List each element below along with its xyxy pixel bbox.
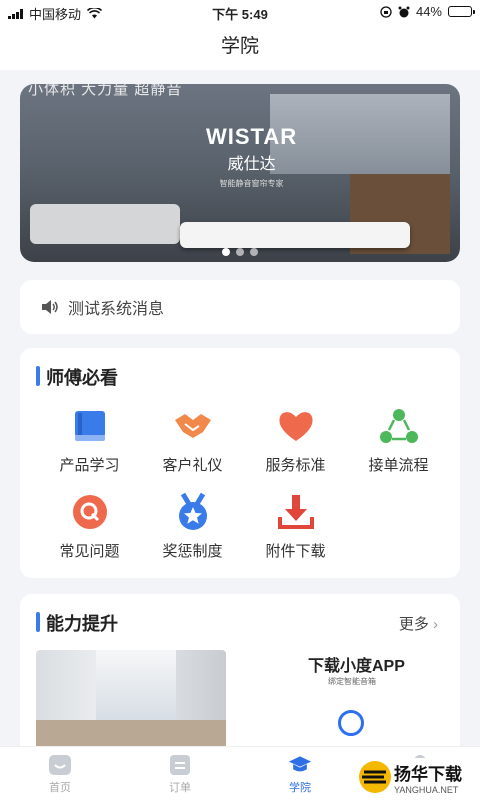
- carousel-dot[interactable]: [222, 248, 230, 256]
- item-label: 接单流程: [368, 457, 429, 474]
- item-service-standard[interactable]: 服务标准: [244, 406, 347, 475]
- speaker-icon: [42, 300, 58, 314]
- tab-academy[interactable]: 学院: [240, 747, 360, 800]
- battery-percent: 44%: [415, 4, 442, 19]
- medal-icon: [173, 492, 213, 532]
- notice-text: 测试系统消息: [68, 301, 165, 318]
- item-customer-etiquette[interactable]: 客户礼仪: [141, 406, 244, 475]
- battery-icon: [448, 6, 475, 17]
- chevron-right-icon: ›: [433, 616, 438, 633]
- master-row-1: 产品学习 客户礼仪 服务标准 接单流程: [38, 406, 478, 475]
- alarm-icon: [398, 6, 410, 17]
- flow-icon: [379, 406, 419, 446]
- section-accent-bar: [36, 366, 40, 386]
- watermark-text: 扬华下载 YANGHUA.NET: [394, 760, 462, 795]
- item-attachment-download[interactable]: 附件下载: [244, 492, 347, 561]
- watermark-en: YANGHUA.NET: [394, 784, 459, 795]
- banner-sofa: [30, 204, 180, 244]
- book-icon: [70, 406, 110, 446]
- item-product-learning[interactable]: 产品学习: [38, 406, 141, 475]
- item-label: 产品学习: [59, 457, 120, 474]
- order-icon: [168, 753, 192, 777]
- tab-orders[interactable]: 订单: [120, 747, 240, 800]
- ability-course-card-2[interactable]: 下载小度APP 绑定智能音箱: [252, 650, 442, 750]
- ability-section: 能力提升 更多 › 下载小度APP 绑定智能音箱: [20, 594, 460, 764]
- tab-home[interactable]: 首页: [0, 747, 120, 800]
- master-row-2: 常见问题 奖惩制度 附件下载: [38, 492, 478, 561]
- banner-brand: WISTAR 威仕达 智能静音窗帘专家: [206, 124, 297, 189]
- tab-label: 订单: [169, 782, 191, 794]
- watermark-logo-icon: [359, 761, 391, 793]
- heart-icon: [276, 406, 316, 446]
- system-notice[interactable]: 测试系统消息: [20, 280, 460, 334]
- carousel-dots: [20, 248, 460, 256]
- section-accent-bar: [36, 612, 40, 632]
- brand-name-en: WISTAR: [206, 124, 298, 149]
- watermark-cn: 扬华下载: [394, 764, 462, 784]
- ability-course-card-1[interactable]: [36, 650, 226, 750]
- item-faq[interactable]: 常见问题: [38, 492, 141, 561]
- rotation-lock-icon: [380, 5, 392, 18]
- item-order-flow[interactable]: 接单流程: [347, 406, 450, 475]
- item-label: 附件下载: [265, 543, 326, 560]
- section-header: 师傅必看: [20, 348, 460, 404]
- page-title: 学院: [220, 36, 259, 57]
- download-icon: [276, 492, 316, 532]
- smart-speaker-icon: [338, 710, 364, 736]
- item-label: 奖惩制度: [162, 543, 223, 560]
- banner-carousel[interactable]: 小体积 大力量 超静音 WISTAR 威仕达 智能静音窗帘专家: [20, 84, 460, 262]
- course-card-title: 下载小度APP: [308, 658, 405, 675]
- tab-label: 首页: [49, 782, 71, 794]
- home-icon: [48, 753, 72, 777]
- graduation-cap-icon: [288, 753, 312, 777]
- master-section: 师傅必看 产品学习 客户礼仪 服务标准 接单流程 常见问题 奖惩制度 附件下载: [20, 348, 460, 578]
- handshake-icon: [173, 406, 213, 446]
- item-label: 客户礼仪: [162, 457, 223, 474]
- nav-bar: 学院: [0, 24, 480, 70]
- section-title: 师傅必看: [46, 368, 118, 388]
- course-card-subtitle: 绑定智能音箱: [328, 677, 376, 686]
- tab-label: 学院: [289, 782, 311, 794]
- more-link[interactable]: 更多 ›: [399, 613, 438, 634]
- section-header: 能力提升 更多 ›: [20, 594, 460, 650]
- question-icon: [70, 492, 110, 532]
- banner-motor-image: [180, 222, 410, 248]
- section-title: 能力提升: [46, 614, 118, 634]
- status-right: 44%: [380, 4, 475, 19]
- more-label: 更多: [398, 616, 429, 633]
- carousel-dot[interactable]: [250, 248, 258, 256]
- brand-name-cn: 威仕达: [227, 156, 276, 173]
- carousel-dot[interactable]: [236, 248, 244, 256]
- status-bar: 中国移动 下午 5:49 44%: [0, 0, 480, 24]
- brand-tagline: 智能静音窗帘专家: [219, 179, 284, 188]
- item-label: 服务标准: [265, 457, 326, 474]
- watermark: 扬华下载 YANGHUA.NET: [358, 758, 476, 796]
- banner-slogan: 小体积 大力量 超静音: [28, 84, 183, 98]
- item-reward-punishment[interactable]: 奖惩制度: [141, 492, 244, 561]
- item-label: 常见问题: [59, 543, 120, 560]
